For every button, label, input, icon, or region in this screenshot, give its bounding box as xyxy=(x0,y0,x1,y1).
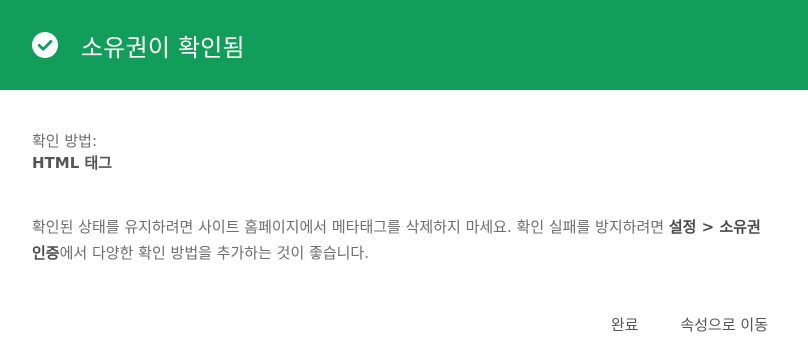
verification-method-value: HTML 태그 xyxy=(32,154,113,172)
check-circle-icon xyxy=(32,32,58,58)
dialog-header: 소유권이 확인됨 xyxy=(0,0,808,90)
verification-method-label: 확인 방법: xyxy=(32,132,98,150)
go-to-property-button[interactable]: 속성으로 이동 xyxy=(676,310,772,339)
dialog-actions: 완료 속성으로 이동 xyxy=(607,310,772,339)
verification-description: 확인된 상태를 유지하려면 사이트 홈페이지에서 메타태그를 삭제하지 마세요.… xyxy=(32,214,776,266)
done-button[interactable]: 완료 xyxy=(607,310,643,339)
dialog-title: 소유권이 확인됨 xyxy=(81,33,245,62)
description-text-1: 확인된 상태를 유지하려면 사이트 홈페이지에서 메타태그를 삭제하지 마세요.… xyxy=(32,218,669,236)
dialog-body: 확인 방법: HTML 태그 확인된 상태를 유지하려면 사이트 홈페이지에서 … xyxy=(0,90,808,266)
description-text-2: 에서 다양한 확인 방법을 추가하는 것이 좋습니다. xyxy=(59,244,369,262)
ownership-verified-dialog: 소유권이 확인됨 확인 방법: HTML 태그 확인된 상태를 유지하려면 사이… xyxy=(0,0,808,364)
